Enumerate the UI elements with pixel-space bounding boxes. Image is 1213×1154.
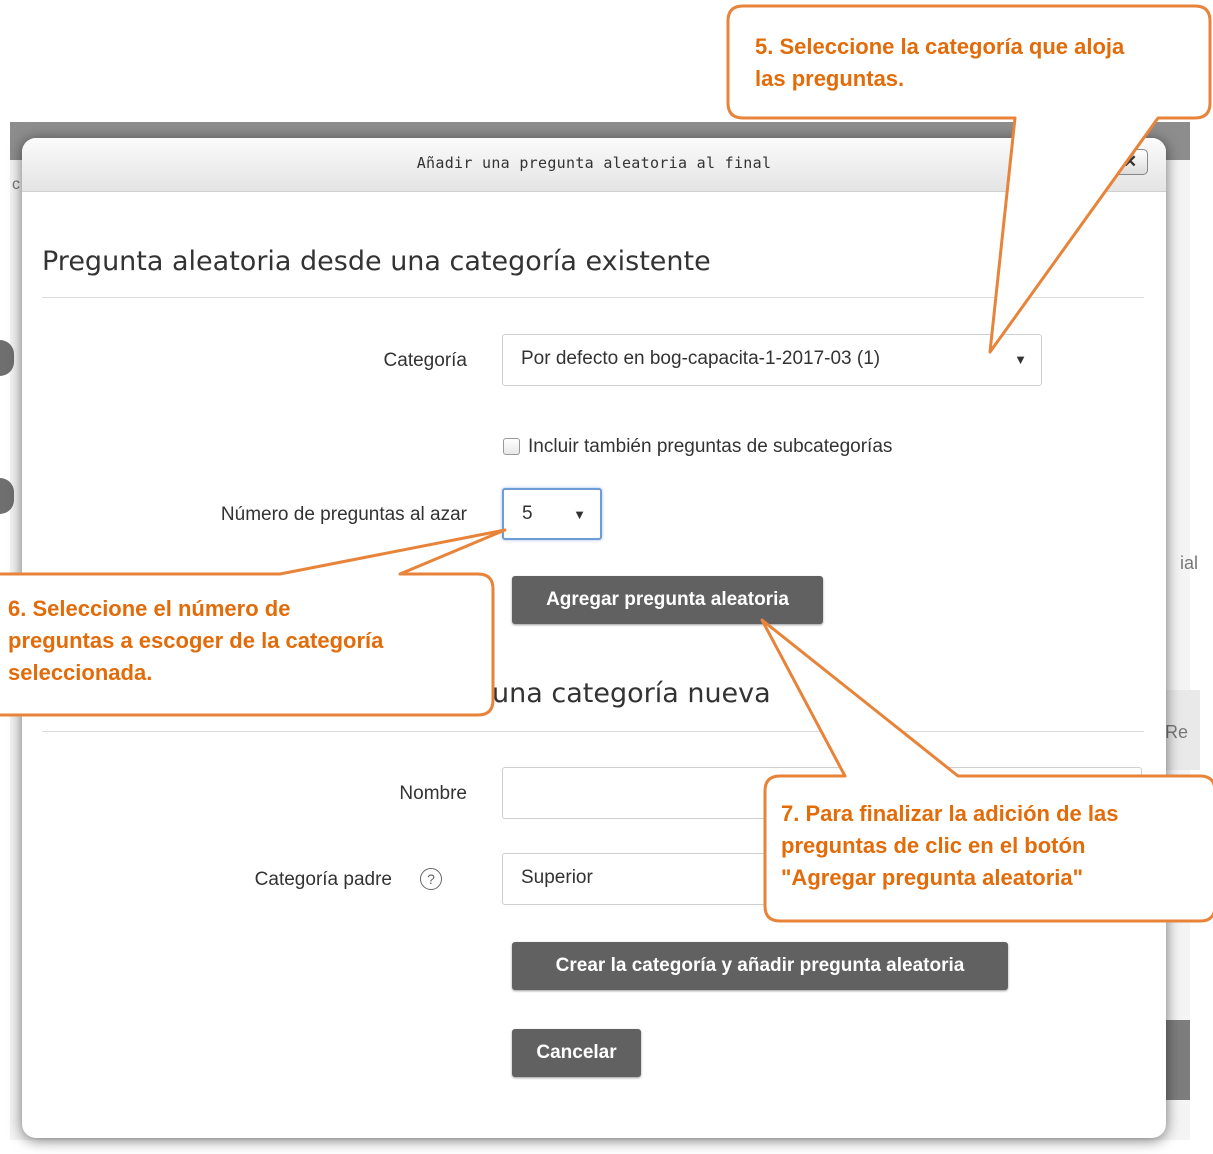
callout-6-line: seleccionada. bbox=[8, 660, 153, 685]
callout-6-line: 6. Seleccione el número de bbox=[8, 596, 291, 621]
callout-5-line: las preguntas. bbox=[755, 66, 905, 91]
annotation-callouts bbox=[0, 4, 1213, 923]
callout-6-text: 6. Seleccione el número de preguntas a e… bbox=[8, 593, 383, 689]
callout-6-line: preguntas a escoger de la categoría bbox=[8, 628, 384, 653]
callout-5-line: 5. Seleccione la categoría que aloja bbox=[755, 34, 1125, 59]
callout-5-text: 5. Seleccione la categoría que aloja las… bbox=[755, 31, 1124, 95]
callout-7-line: 7. Para finalizar la adición de las bbox=[781, 801, 1119, 826]
callout-7-text: 7. Para finalizar la adición de las preg… bbox=[781, 798, 1118, 894]
callout-7-line: "Agregar pregunta aleatoria" bbox=[781, 865, 1084, 890]
callout-7-line: preguntas de clic en el botón bbox=[781, 833, 1086, 858]
